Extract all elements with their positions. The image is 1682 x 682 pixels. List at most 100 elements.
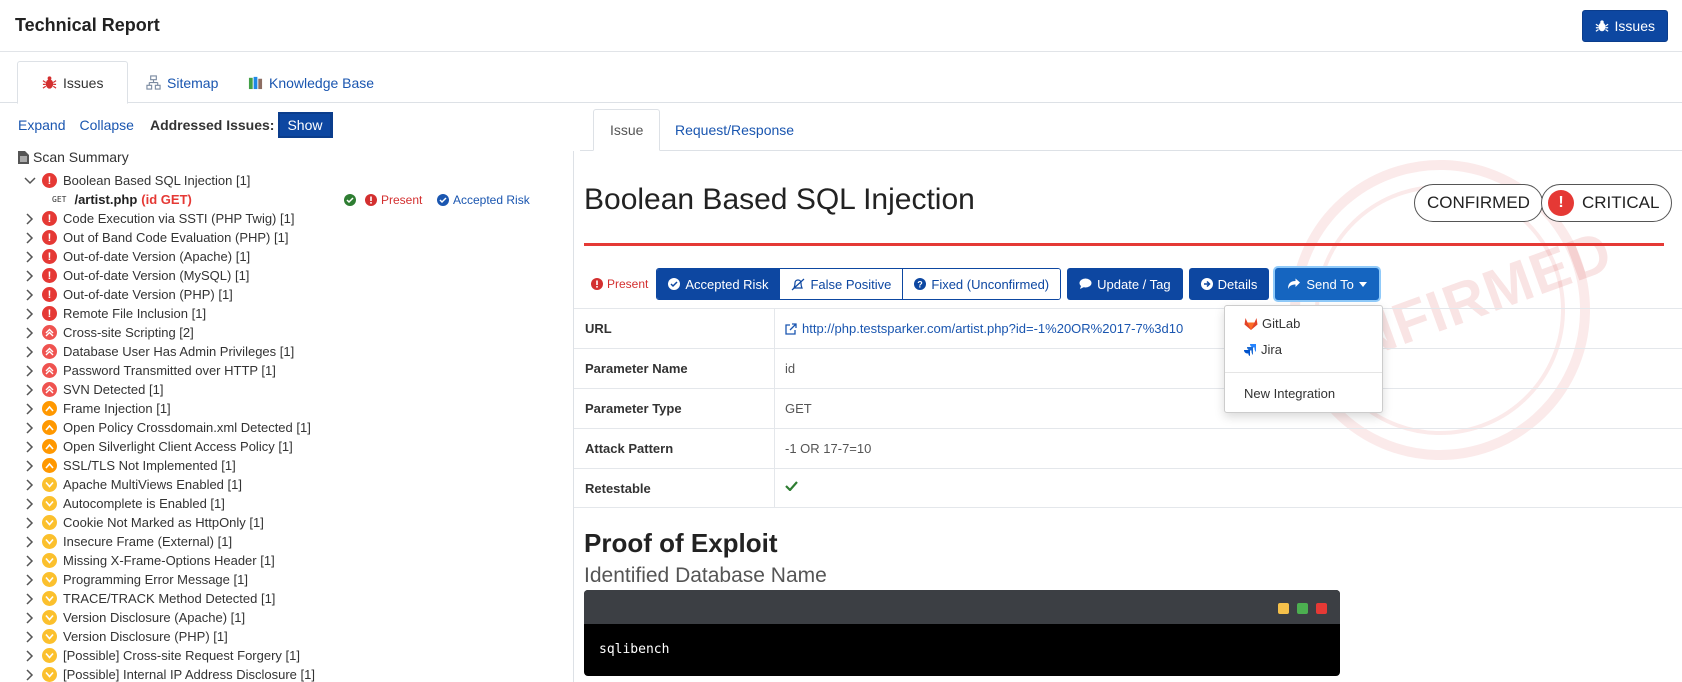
chevron-right-icon[interactable]: [22, 515, 38, 531]
tree-item-label: Version Disclosure (PHP) [1]: [63, 629, 228, 644]
chevron-right-icon[interactable]: [22, 401, 38, 417]
update-tag-button[interactable]: Update / Tag: [1067, 268, 1183, 300]
tree-item[interactable]: Autocomplete is Enabled [1]: [22, 494, 582, 513]
tree-item[interactable]: Database User Has Admin Privileges [1]: [22, 342, 582, 361]
chevron-down-icon[interactable]: [22, 173, 38, 189]
critical-badge: ! CRITICAL: [1541, 184, 1673, 222]
tree-item[interactable]: [Possible] Internal IP Address Disclosur…: [22, 665, 582, 682]
issues-button[interactable]: Issues: [1581, 10, 1668, 42]
issues-button-label: Issues: [1614, 18, 1655, 34]
chevron-right-icon[interactable]: [22, 648, 38, 664]
tab-issues-label: Issues: [63, 74, 104, 91]
scan-summary-item[interactable]: Scan Summary: [18, 149, 129, 165]
tree-item-label: Frame Injection [1]: [63, 401, 171, 416]
high-severity-icon: [42, 325, 57, 340]
chevron-right-icon[interactable]: [22, 249, 38, 265]
chevron-right-icon[interactable]: [22, 287, 38, 303]
chevron-right-icon[interactable]: [22, 629, 38, 645]
tree-item[interactable]: ! Out-of-date Version (MySQL) [1]: [22, 266, 582, 285]
chevron-right-icon[interactable]: [22, 667, 38, 682]
tree-item[interactable]: Insecure Frame (External) [1]: [22, 532, 582, 551]
tab-request-response[interactable]: Request/Response: [659, 109, 810, 151]
chevron-right-icon[interactable]: [22, 382, 38, 398]
tree-item-boolean-sql[interactable]: ! Boolean Based SQL Injection [1]: [22, 171, 582, 190]
gitlab-icon: [1244, 318, 1258, 330]
accepted-risk-button[interactable]: Accepted Risk: [657, 269, 780, 299]
chevron-right-icon[interactable]: [22, 306, 38, 322]
chevron-right-icon[interactable]: [22, 439, 38, 455]
tree-item[interactable]: Open Silverlight Client Access Policy [1…: [22, 437, 582, 456]
tree-item[interactable]: Cookie Not Marked as HttpOnly [1]: [22, 513, 582, 532]
high-severity-icon: [42, 382, 57, 397]
url-link[interactable]: http://php.testsparker.com/artist.php?id…: [785, 321, 1183, 336]
tree-item[interactable]: Frame Injection [1]: [22, 399, 582, 418]
tree-item[interactable]: Open Policy Crossdomain.xml Detected [1]: [22, 418, 582, 437]
exclamation-icon: !: [1548, 190, 1574, 216]
terminal-text: sqlibench: [599, 642, 670, 657]
tree-item[interactable]: Password Transmitted over HTTP [1]: [22, 361, 582, 380]
details-button[interactable]: Details: [1188, 268, 1270, 300]
chevron-right-icon[interactable]: [22, 496, 38, 512]
terminal-dot-green: [1297, 603, 1308, 614]
chevron-right-icon[interactable]: [22, 610, 38, 626]
tab-sitemap-label: Sitemap: [167, 74, 219, 91]
bell-slash-icon: [792, 278, 805, 290]
tree-item[interactable]: ! Out-of-date Version (PHP) [1]: [22, 285, 582, 304]
send-to-gitlab[interactable]: GitLab: [1244, 316, 1300, 331]
tree-item[interactable]: Missing X-Frame-Options Header [1]: [22, 551, 582, 570]
tree-item[interactable]: TRACE/TRACK Method Detected [1]: [22, 589, 582, 608]
chevron-right-icon[interactable]: [22, 420, 38, 436]
tree-item[interactable]: SSL/TLS Not Implemented [1]: [22, 456, 582, 475]
tree-item[interactable]: Programming Error Message [1]: [22, 570, 582, 589]
property-row-parameter-name: Parameter Name id: [574, 348, 1682, 388]
false-positive-button[interactable]: False Positive: [779, 269, 903, 299]
chevron-right-icon[interactable]: [22, 572, 38, 588]
chevron-right-icon[interactable]: [22, 344, 38, 360]
tree-item-label: Cross-site Scripting [2]: [63, 325, 194, 340]
low-severity-icon: [42, 534, 57, 549]
chevron-right-icon[interactable]: [22, 230, 38, 246]
chevron-right-icon[interactable]: [22, 477, 38, 493]
tree-item[interactable]: ! Remote File Inclusion [1]: [22, 304, 582, 323]
tree-item[interactable]: ! Out-of-date Version (Apache) [1]: [22, 247, 582, 266]
tab-issue[interactable]: Issue: [593, 109, 661, 151]
proof-subtitle: Identified Database Name: [584, 564, 827, 587]
scan-summary-label: Scan Summary: [33, 149, 129, 165]
terminal-dot-yellow: [1278, 603, 1289, 614]
tab-issues[interactable]: Issues: [17, 61, 129, 104]
tree-item-label: Missing X-Frame-Options Header [1]: [63, 553, 275, 568]
chevron-right-icon[interactable]: [22, 553, 38, 569]
tree-item[interactable]: Version Disclosure (PHP) [1]: [22, 627, 582, 646]
chevron-right-icon[interactable]: [22, 591, 38, 607]
chevron-right-icon[interactable]: [22, 534, 38, 550]
tree-subitem-artist[interactable]: GET /artist.php (id GET) Present Accepte…: [22, 190, 582, 209]
send-to-jira[interactable]: Jira: [1244, 342, 1282, 357]
tree-item[interactable]: Version Disclosure (Apache) [1]: [22, 608, 582, 627]
tree-item[interactable]: ! Code Execution via SSTI (PHP Twig) [1]: [22, 209, 582, 228]
expand-link[interactable]: Expand: [18, 117, 65, 133]
collapse-link[interactable]: Collapse: [79, 117, 133, 133]
tree-item[interactable]: [Possible] Cross-site Request Forgery [1…: [22, 646, 582, 665]
chevron-right-icon[interactable]: [22, 363, 38, 379]
chevron-right-icon[interactable]: [22, 325, 38, 341]
chevron-right-icon[interactable]: [22, 458, 38, 474]
status-accepted-risk: Accepted Risk: [437, 193, 530, 207]
chevron-right-icon[interactable]: [22, 211, 38, 227]
show-addressed-button[interactable]: Show: [278, 112, 333, 138]
chevron-right-icon[interactable]: [22, 268, 38, 284]
fixed-unconfirmed-button[interactable]: ? Fixed (Unconfirmed): [902, 269, 1061, 299]
medium-severity-icon: [42, 439, 57, 454]
tree-item-label: SSL/TLS Not Implemented [1]: [63, 458, 236, 473]
tree-item-label: TRACE/TRACK Method Detected [1]: [63, 591, 276, 606]
tree-item[interactable]: SVN Detected [1]: [22, 380, 582, 399]
tree-item-label: [Possible] Cross-site Request Forgery [1…: [63, 648, 300, 663]
tree-item[interactable]: Apache MultiViews Enabled [1]: [22, 475, 582, 494]
tree-item[interactable]: Cross-site Scripting [2]: [22, 323, 582, 342]
low-severity-icon: [42, 477, 57, 492]
tree-item-label: Programming Error Message [1]: [63, 572, 248, 587]
new-integration-item[interactable]: New Integration: [1244, 386, 1335, 401]
send-to-button[interactable]: Send To: [1275, 268, 1379, 300]
high-severity-icon: [42, 344, 57, 359]
tree-item[interactable]: ! Out of Band Code Evaluation (PHP) [1]: [22, 228, 582, 247]
tab-knowledge-base[interactable]: Knowledge Base: [224, 61, 398, 104]
